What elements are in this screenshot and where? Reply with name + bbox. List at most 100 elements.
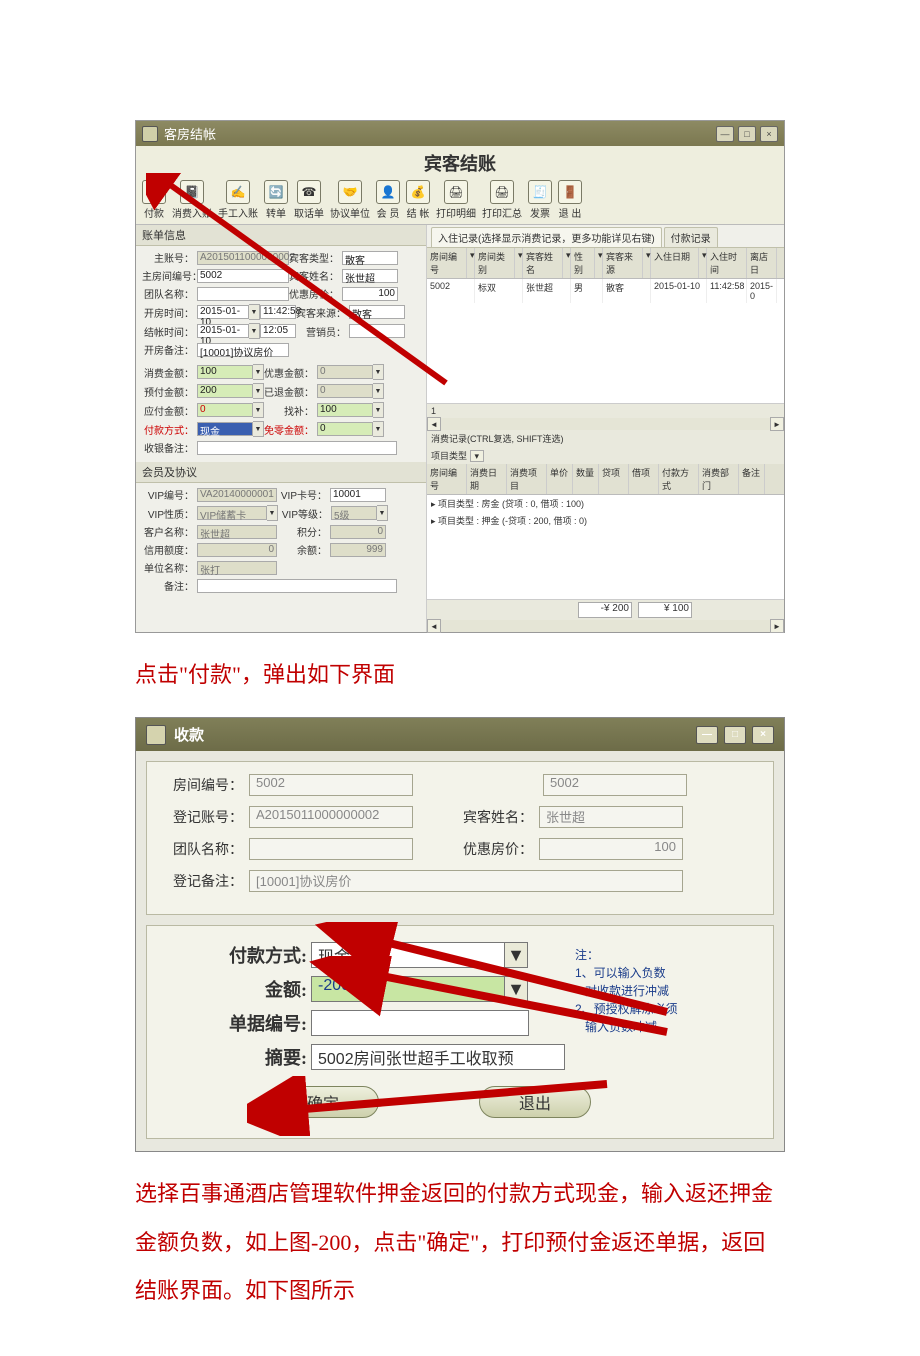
hscroll[interactable]: ◄► xyxy=(427,418,784,430)
scroll-right-icon[interactable]: ► xyxy=(770,619,784,633)
guest-name-field[interactable]: 张世超 xyxy=(342,269,398,283)
close-button[interactable]: × xyxy=(752,726,774,744)
chevron-down-icon[interactable]: ▼ xyxy=(377,505,388,521)
consume-field[interactable]: 100 xyxy=(197,365,253,379)
chevron-down-icon[interactable]: ▼ xyxy=(267,505,278,521)
close-date-field[interactable]: 2015-01-10 xyxy=(197,324,249,338)
disc-price-field[interactable]: 100 xyxy=(342,287,398,301)
tb-invoice[interactable]: 🧾发票 xyxy=(528,180,552,220)
chevron-down-icon[interactable]: ▼ xyxy=(249,323,260,339)
vip-card-field[interactable]: 10001 xyxy=(330,488,386,502)
tb-printsum[interactable]: 🖨打印汇总 xyxy=(482,180,522,220)
grid2-body xyxy=(427,529,784,600)
summary-field[interactable]: 5002房间张世超手工收取预 xyxy=(311,1044,565,1070)
vip-level-field: 5级 xyxy=(331,506,377,520)
pay-mode-field[interactable]: 现金 xyxy=(311,942,505,968)
ok-button[interactable]: 确定 xyxy=(267,1086,379,1118)
pay-mode-label: 付款方式: xyxy=(207,942,307,968)
team-field[interactable] xyxy=(197,287,289,301)
scroll-right-icon[interactable]: ► xyxy=(770,417,784,431)
tb-manual[interactable]: ✍手工入账 xyxy=(218,180,258,220)
maximize-button[interactable]: □ xyxy=(738,126,756,142)
tb-checkout[interactable]: 💰结 帐 xyxy=(406,180,430,220)
agreement-icon: 🤝 xyxy=(338,180,362,204)
right-panel: 入住记录(选择显示消费记录，更多功能详见右键) 付款记录 房间编号▾ 房间类别▾… xyxy=(426,225,784,632)
remark-field[interactable] xyxy=(197,579,397,593)
remark-label: 登记备注： xyxy=(165,871,243,891)
item-type-filter[interactable]: 项目类型 ▾ xyxy=(427,447,784,464)
minimize-button[interactable]: — xyxy=(696,726,718,744)
chevron-down-icon[interactable]: ▼ xyxy=(373,364,384,380)
open-date-field[interactable]: 2015-01-10 xyxy=(197,305,249,319)
guest-src-field[interactable]: 散客 xyxy=(349,305,405,319)
chevron-down-icon[interactable]: ▼ xyxy=(253,383,264,399)
room-field-2: 5002 xyxy=(543,774,687,796)
open-remark-field[interactable]: [10001]协议房价 xyxy=(197,343,289,357)
disc-price-label: 优惠房价： xyxy=(289,286,339,301)
grid-body xyxy=(427,303,784,404)
guest-name-label: 宾客姓名： xyxy=(289,268,339,283)
chevron-down-icon[interactable]: ▼ xyxy=(253,402,264,418)
close-time-field[interactable]: 12:05 xyxy=(260,324,296,338)
tab-pay[interactable]: 付款记录 xyxy=(664,227,718,247)
group-row-2[interactable]: ▸ 项目类型 : 押金 (-贷项 : 200, 借项 : 0) xyxy=(427,512,784,529)
hscroll2[interactable]: ◄► xyxy=(427,620,784,632)
bill-info-header: 账单信息 xyxy=(136,225,426,246)
remark-label: 备注： xyxy=(142,578,194,593)
chevron-down-icon[interactable]: ▼ xyxy=(249,304,260,320)
vip-no-label: VIP编号： xyxy=(142,487,194,502)
tb-consume[interactable]: 📓消费入账 xyxy=(172,180,212,220)
free-field[interactable]: 0 xyxy=(317,422,373,436)
prepay-field[interactable]: 200 xyxy=(197,384,253,398)
scroll-left-icon[interactable]: ◄ xyxy=(427,619,441,633)
tb-member[interactable]: 👤会 员 xyxy=(376,180,400,220)
chevron-down-icon[interactable]: ▼ xyxy=(253,364,264,380)
tb-exit[interactable]: 🚪退 出 xyxy=(558,180,582,220)
makeup-field[interactable]: 100 xyxy=(317,403,373,417)
tb-agreement[interactable]: 🤝协议单位 xyxy=(330,180,370,220)
points-field: 0 xyxy=(330,525,386,539)
room-no-label: 主房间编号： xyxy=(142,268,194,283)
chevron-down-icon[interactable]: ▼ xyxy=(505,942,528,968)
group-row-1[interactable]: ▸ 项目类型 : 房金 (贷项 : 0, 借项 : 100) xyxy=(427,495,784,512)
scroll-left-icon[interactable]: ◄ xyxy=(427,417,441,431)
bill-no-field[interactable] xyxy=(311,1010,529,1036)
open-time-field[interactable]: 11:42:58 xyxy=(260,305,296,319)
table-row[interactable]: 5002 标双 张世超 男 散客 2015-01-10 11:42:58 201… xyxy=(427,279,784,303)
maximize-button[interactable]: □ xyxy=(724,726,746,744)
tb-phone[interactable]: ☎取话单 xyxy=(294,180,324,220)
disc-amt-field: 0 xyxy=(317,365,373,379)
tb-printdetail[interactable]: 🖨打印明细 xyxy=(436,180,476,220)
org-field: 张打 xyxy=(197,561,277,575)
vip-type-field: VIP储蓄卡 xyxy=(197,506,267,520)
minimize-button[interactable]: — xyxy=(716,126,734,142)
exit-button[interactable]: 退出 xyxy=(479,1086,591,1118)
tb-transfer[interactable]: 🔄转单 xyxy=(264,180,288,220)
caption-1: 点击"付款"，弹出如下界面 xyxy=(135,651,785,699)
left-panel: 账单信息 主账号：A2015011000000002 宾客类型：散客 主房间编号… xyxy=(136,225,426,632)
pay-method-field[interactable]: 现金 xyxy=(197,422,253,436)
room-no-field[interactable]: 5002 xyxy=(197,269,289,283)
chevron-down-icon[interactable]: ▼ xyxy=(373,402,384,418)
recv-remark-field[interactable] xyxy=(197,441,397,455)
points-label: 积分： xyxy=(277,524,327,539)
window-title-2: 收款 xyxy=(174,724,204,745)
chevron-down-icon[interactable]: ▼ xyxy=(373,383,384,399)
sales-field[interactable] xyxy=(349,324,405,338)
due-field[interactable]: 0 xyxy=(197,403,253,417)
chevron-down-icon[interactable]: ▼ xyxy=(253,421,264,437)
org-label: 单位名称： xyxy=(142,560,194,575)
credit-label: 信用额度： xyxy=(142,542,194,557)
amount-field[interactable]: -200 xyxy=(311,976,505,1002)
chevron-down-icon[interactable]: ▼ xyxy=(373,421,384,437)
price-label: 优惠房价： xyxy=(413,839,533,859)
chevron-down-icon[interactable]: ▼ xyxy=(505,976,528,1002)
close-button[interactable]: × xyxy=(760,126,778,142)
open-time-label: 开房时间： xyxy=(142,305,194,320)
guest-type-field[interactable]: 散客 xyxy=(342,251,398,265)
vip-level-label: VIP等级： xyxy=(278,506,328,521)
receive-icon xyxy=(146,725,166,745)
acct-label: 登记账号： xyxy=(165,807,243,827)
tab-checkin[interactable]: 入住记录(选择显示消费记录，更多功能详见右键) xyxy=(431,227,662,247)
tb-pay[interactable]: 💳付款 xyxy=(142,180,166,220)
